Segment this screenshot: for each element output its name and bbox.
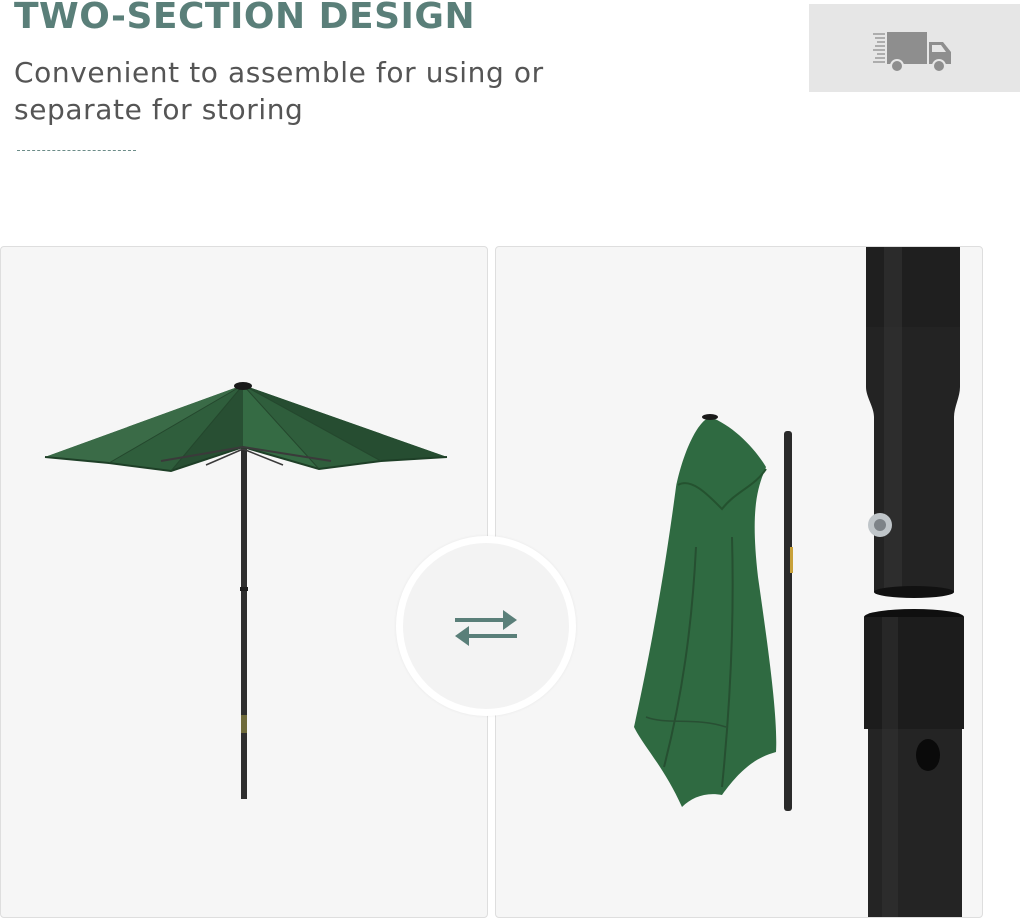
swap-arrows-icon [455,610,517,646]
section-description: Convenient to assemble for using or sepa… [14,56,544,126]
delivery-truck-icon [873,32,951,73]
folded-umbrella-image [634,247,964,917]
delivery-badge [809,4,1020,92]
swap-badge [396,536,576,716]
disassembled-umbrella-panel [495,246,983,918]
section-title: TWO-SECTION DESIGN [14,0,476,37]
dashed-divider [17,150,136,151]
